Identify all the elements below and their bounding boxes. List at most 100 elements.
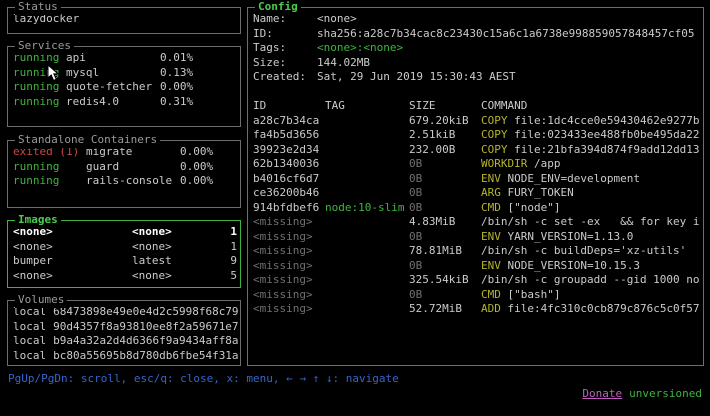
layer-row[interactable]: ce36200b460BARG FURY_TOKEN [253,186,703,201]
command-args: NODE_VERSION=10.15.3 [501,259,640,272]
status-bar: PgUp/PgDn: scroll, esc/q: close, x: menu… [8,372,702,416]
layer-row[interactable]: a28c7b34ca679.20kiBCOPY file:1dc4cce0e59… [253,114,703,129]
layer-row[interactable]: b4016cf6d70BENV NODE_ENV=development [253,172,703,187]
config-field-value: sha256:a28c7b34cac8c23430c15a6c1a6738e99… [317,27,695,42]
layer-row[interactable]: <missing>52.72MiBADD file:4fc310c0cb879c… [253,302,703,317]
layer-command: COPY file:1dc4cce0e59430462e9277b [481,114,703,129]
version-label: unversioned [629,387,702,400]
volume-row[interactable]: local b9a4a32a2d4d6366f9a9434aff8a [13,334,240,349]
volume-driver: local [13,320,46,335]
command-args: file:4fc310c0cb879c876c5c0f57 [501,302,700,315]
service-status: running [13,66,66,81]
volume-name: 68473898e49e0e4d2c5998f68c79 [53,305,238,320]
image-row[interactable]: <none><none>5 [13,269,240,283]
layer-row[interactable]: fa4b5d36562.51kiBCOPY file:023433ee488fb… [253,128,703,143]
command-args: /bin/sh -c buildDeps='xz-utils' [481,244,686,257]
container-cpu-percent: 0.00% [180,145,213,160]
layer-row[interactable]: <missing>325.54kiB/bin/sh -c groupadd --… [253,273,703,288]
volume-name: bc80a55695b8d780db6fbe54f31a [53,349,238,361]
config-field-label: Size: [253,56,317,71]
layer-command: /bin/sh -c set -ex && for key i [481,215,703,230]
config-field-row: Created:Sat, 29 Jun 2019 15:30:43 AEST [253,70,703,85]
volumes-panel-title: Volumes [15,293,67,308]
command-args: /bin/sh -c groupadd --gid 1000 no [481,273,700,286]
layer-command: CMD ["node"] [481,201,703,216]
layer-row[interactable]: <missing>0BCMD ["bash"] [253,288,703,303]
config-panel-title: Config [255,0,301,15]
layer-tag [325,172,409,187]
layer-id: <missing> [253,244,325,259]
image-count: 1 [205,225,240,240]
image-row[interactable]: <none><none>1 [13,240,240,255]
layer-row[interactable]: <missing>78.81MiB/bin/sh -c buildDeps='x… [253,244,703,259]
container-status: running [13,174,86,189]
images-panel[interactable]: Images <none><none>1<none><none>1bumperl… [7,220,241,288]
layer-command: CMD ["bash"] [481,288,703,303]
layer-size: 52.72MiB [409,302,481,317]
volumes-panel[interactable]: Volumes local68473898e49e0e4d2c5998f68c7… [7,300,241,366]
donate-link[interactable]: Donate [582,387,622,400]
command-keyword: COPY [481,128,508,141]
services-panel[interactable]: Services runningapi0.01%runningmysql0.13… [7,46,241,127]
status-panel[interactable]: Status lazydocker [7,7,241,34]
image-count: 1 [205,240,240,255]
image-count: 5 [205,269,240,283]
image-name: <none> [13,240,132,255]
layer-size: 0B [409,157,481,172]
layer-size: 679.20kiB [409,114,481,129]
layer-size: 0B [409,259,481,274]
volume-driver: local [13,334,46,349]
layer-size: 2.51kiB [409,128,481,143]
standalone-containers-panel-title: Standalone Containers [15,133,160,148]
service-row[interactable]: runningredis4.00.31% [13,95,240,110]
container-row[interactable]: runningrails-console0.00% [13,174,240,189]
config-field-label: Created: [253,70,317,85]
layer-id: fa4b5d3656 [253,128,325,143]
layer-table-header: IDTAGSIZECOMMAND [253,99,703,114]
container-row[interactable]: runningguard0.00% [13,160,240,175]
service-name: redis4.0 [66,95,160,110]
layer-row[interactable]: <missing>0BENV YARN_VERSION=1.13.0 [253,230,703,245]
config-panel[interactable]: Config Name:<none>ID:sha256:a28c7b34cac8… [247,7,704,366]
config-field-row: ID:sha256:a28c7b34cac8c23430c15a6c1a6738… [253,27,703,42]
service-cpu-percent: 0.31% [160,95,193,110]
layer-row[interactable]: <missing>0BENV NODE_VERSION=10.15.3 [253,259,703,274]
layer-command: ENV NODE_VERSION=10.15.3 [481,259,703,274]
layer-row[interactable]: 914bfdbef6node:10-slim0BCMD ["node"] [253,201,703,216]
service-row[interactable]: runningquote-fetcher0.00% [13,80,240,95]
layer-row[interactable]: <missing>4.83MiB/bin/sh -c set -ex && fo… [253,215,703,230]
volume-row[interactable]: local 90d4357f8a93810ee8f2a59671e7 [13,320,240,335]
layer-id: b4016cf6d7 [253,172,325,187]
layer-tag: node:10-slim [325,201,409,216]
command-args: YARN_VERSION=1.13.0 [501,230,633,243]
layer-tag [325,114,409,129]
services-panel-title: Services [15,39,74,54]
layer-command: /bin/sh -c groupadd --gid 1000 no [481,273,703,288]
layer-size: 4.83MiB [409,215,481,230]
command-args: file:21bfa394d874f9add12dd13 [508,143,700,156]
layer-tag [325,143,409,158]
column-header: SIZE [409,99,481,114]
service-status: running [13,80,66,95]
volume-name: 90d4357f8a93810ee8f2a59671e7 [53,320,238,335]
layer-id: 914bfdbef6 [253,201,325,216]
layer-tag [325,230,409,245]
layer-size: 0B [409,201,481,216]
standalone-containers-panel[interactable]: Standalone Containers exited (1)migrate0… [7,140,241,208]
layer-tag [325,128,409,143]
layer-row[interactable]: 62b13400360BWORKDIR /app [253,157,703,172]
image-tag: latest [132,254,205,269]
image-count: 9 [205,254,240,269]
volume-row[interactable]: localbc80a55695b8d780db6fbe54f31a [13,349,240,361]
image-row[interactable]: bumperlatest9 [13,254,240,269]
service-status: running [13,95,66,110]
volume-name: b9a4a32a2d4d6366f9a9434aff8a [53,334,238,349]
service-row[interactable]: runningmysql0.13% [13,66,240,81]
config-field-label: Tags: [253,41,317,56]
service-cpu-percent: 0.00% [160,80,193,95]
layer-tag [325,273,409,288]
layer-command: ARG FURY_TOKEN [481,186,703,201]
command-keyword: ENV [481,230,501,243]
config-field-row: Name:<none> [253,12,703,27]
layer-row[interactable]: 39923e2d34232.00BCOPY file:21bfa394d874f… [253,143,703,158]
